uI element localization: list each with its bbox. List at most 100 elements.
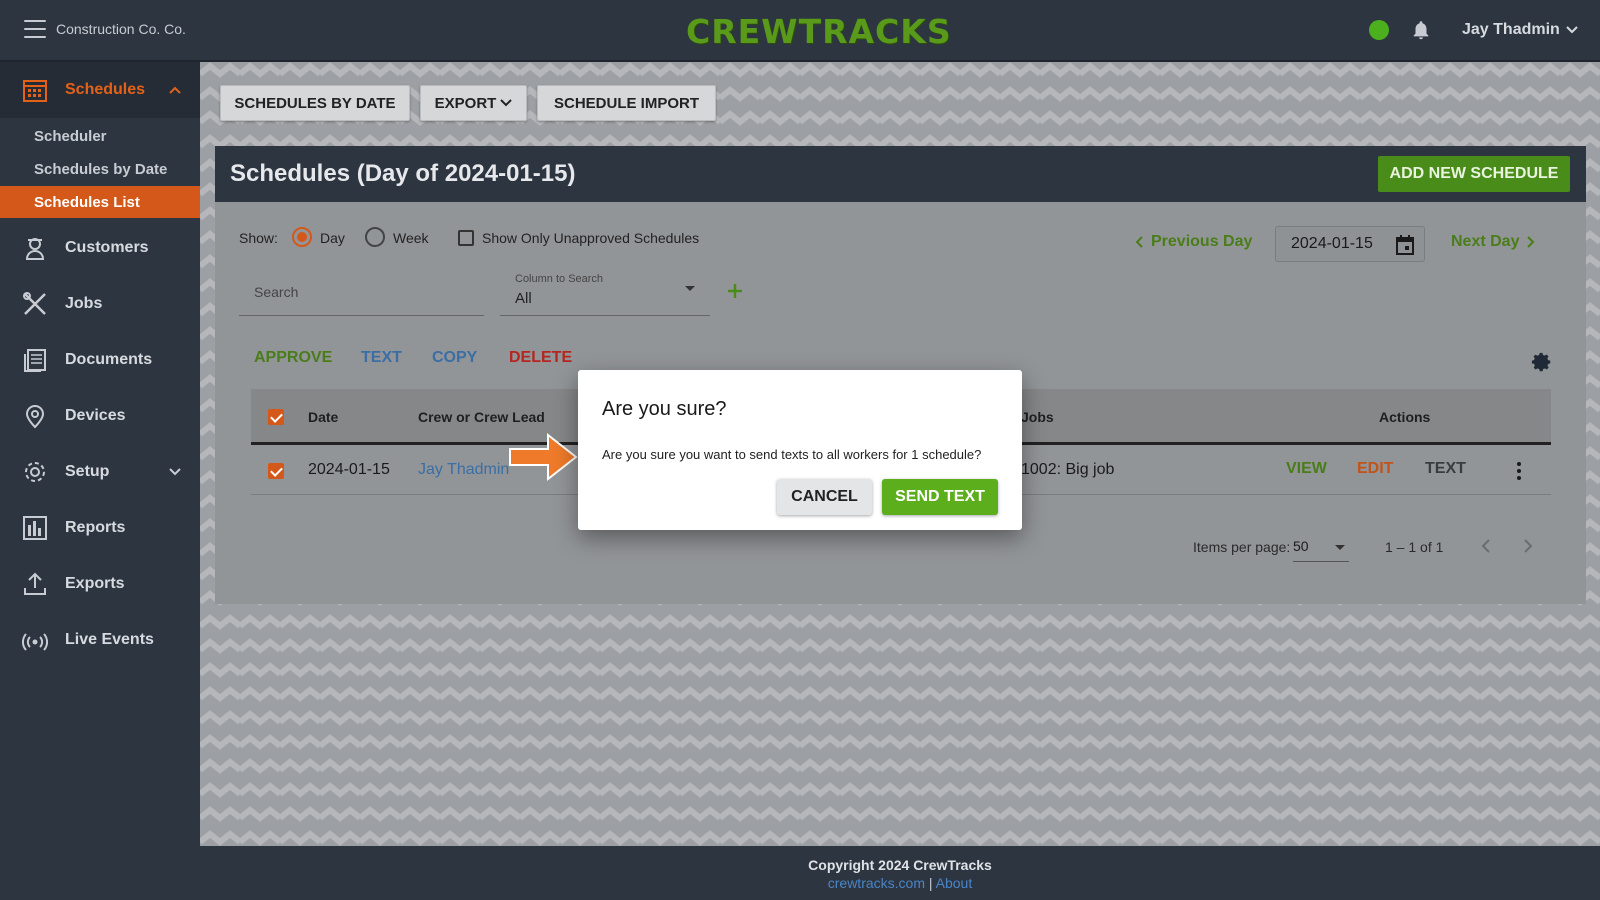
documents-icon xyxy=(24,349,46,372)
day-radio-label: Day xyxy=(320,230,345,246)
sidebar-item-documents[interactable]: Documents xyxy=(0,332,200,388)
sidebar-item-setup[interactable]: Setup xyxy=(0,444,200,500)
column-header-actions: Actions xyxy=(1379,409,1431,425)
chevron-down-icon xyxy=(169,468,181,476)
chevron-right-icon xyxy=(1527,236,1535,248)
sidebar-item-label: Setup xyxy=(65,463,110,480)
items-per-page-label: Items per page: xyxy=(1193,539,1291,555)
dialog-title: Are you sure? xyxy=(602,398,727,420)
date-input[interactable]: 2024-01-15 xyxy=(1275,226,1425,262)
menu-icon[interactable] xyxy=(24,20,46,38)
row-text-button[interactable]: TEXT xyxy=(1425,460,1466,478)
next-page-icon[interactable] xyxy=(1518,537,1536,555)
schedule-import-button[interactable]: SCHEDULE IMPORT xyxy=(537,85,716,121)
user-menu[interactable]: Jay Thadmin xyxy=(1462,21,1578,39)
sidebar-subitem-schedules-by-date[interactable]: Schedules by Date xyxy=(0,153,200,185)
approve-button[interactable]: APPROVE xyxy=(254,349,332,367)
arrow-icon xyxy=(509,432,578,482)
location-pin-icon xyxy=(25,405,45,429)
calendar-icon[interactable] xyxy=(1396,235,1414,255)
plus-icon[interactable] xyxy=(727,283,743,299)
user-name: Jay Thadmin xyxy=(1462,21,1560,38)
row-crew-link[interactable]: Jay Thadmin xyxy=(418,461,509,479)
row-date: 2024-01-15 xyxy=(308,461,390,478)
sidebar-item-label: Documents xyxy=(65,351,153,368)
unapproved-checkbox[interactable] xyxy=(458,230,474,246)
sidebar-item-exports[interactable]: Exports xyxy=(0,556,200,612)
sidebar-item-schedules[interactable]: Schedules xyxy=(0,62,200,118)
footer-separator: | xyxy=(928,875,933,891)
bar-chart-icon xyxy=(23,516,47,540)
chevron-down-icon xyxy=(500,99,513,107)
person-icon xyxy=(25,238,45,260)
sidebar-item-customers[interactable]: Customers xyxy=(0,220,200,276)
caret-down-icon xyxy=(1335,545,1345,550)
row-jobs: 1002: Big job xyxy=(1021,461,1115,478)
day-radio[interactable] xyxy=(292,227,312,247)
cancel-button[interactable]: CANCEL xyxy=(777,479,872,515)
dialog-message: Are you sure you want to send texts to a… xyxy=(602,447,982,462)
bell-icon[interactable] xyxy=(1410,18,1432,42)
column-header-crew[interactable]: Crew or Crew Lead xyxy=(418,409,545,425)
search-input[interactable]: Search xyxy=(239,274,484,316)
sidebar-item-label: Exports xyxy=(65,575,125,592)
view-button[interactable]: VIEW xyxy=(1286,460,1327,478)
select-all-checkbox[interactable] xyxy=(268,409,284,425)
sidebar-item-reports[interactable]: Reports xyxy=(0,500,200,556)
unapproved-label: Show Only Unapproved Schedules xyxy=(482,230,700,246)
gear-icon[interactable] xyxy=(1531,351,1553,373)
date-value: 2024-01-15 xyxy=(1291,235,1373,252)
sidebar-item-label: Live Events xyxy=(65,631,154,648)
copyright: Copyright 2024 CrewTracks xyxy=(808,857,992,873)
broadcast-icon xyxy=(22,633,48,651)
top-bar: Construction Co. Co. CREWTRACKS Jay Thad… xyxy=(0,0,1600,62)
footer-links: crewtracks.com | About xyxy=(200,875,1600,891)
sidebar-subitem-scheduler[interactable]: Scheduler xyxy=(0,120,200,152)
delete-button[interactable]: DELETE xyxy=(509,349,572,367)
chevron-left-icon xyxy=(1135,236,1143,248)
schedules-by-date-button[interactable]: SCHEDULES BY DATE xyxy=(220,85,410,121)
copy-button[interactable]: COPY xyxy=(432,349,477,367)
about-link[interactable]: About xyxy=(936,875,973,891)
sidebar-item-jobs[interactable]: Jobs xyxy=(0,276,200,332)
sidebar-item-live-events[interactable]: Live Events xyxy=(0,612,200,668)
items-per-page-value: 50 xyxy=(1293,538,1309,554)
previous-day-label: Previous Day xyxy=(1151,233,1253,250)
items-per-page-select[interactable]: 50 xyxy=(1293,532,1349,562)
previous-page-icon[interactable] xyxy=(1478,537,1496,555)
text-button[interactable]: TEXT xyxy=(361,349,402,367)
gear-icon xyxy=(25,462,45,482)
sidebar-item-label: Jobs xyxy=(65,295,103,312)
more-options-icon[interactable] xyxy=(1517,462,1521,480)
column-to-search-value: All xyxy=(515,290,532,307)
previous-day-button[interactable]: Previous Day xyxy=(1135,233,1252,251)
site-link[interactable]: crewtracks.com xyxy=(828,875,925,891)
column-header-jobs[interactable]: Jobs xyxy=(1021,409,1054,425)
card-header: Schedules (Day of 2024-01-15) ADD NEW SC… xyxy=(215,146,1586,202)
week-radio-label: Week xyxy=(393,230,429,246)
chevron-down-icon xyxy=(1566,26,1578,34)
export-button[interactable]: EXPORT xyxy=(420,85,527,121)
column-header-date[interactable]: Date xyxy=(308,409,338,425)
column-to-search-select[interactable]: Column to Search All xyxy=(500,268,710,316)
sidebar-item-label: Schedules xyxy=(65,81,146,98)
edit-button[interactable]: EDIT xyxy=(1357,460,1393,478)
show-label: Show: xyxy=(239,230,278,246)
sidebar-subitem-schedules-list[interactable]: Schedules List xyxy=(0,186,200,218)
row-checkbox[interactable] xyxy=(268,463,284,479)
sidebar-item-label: Devices xyxy=(65,407,126,424)
column-to-search-label: Column to Search xyxy=(515,273,604,285)
upload-icon xyxy=(24,572,46,595)
chevron-up-icon xyxy=(169,86,181,94)
sidebar-item-devices[interactable]: Devices xyxy=(0,388,200,444)
page-title: Schedules (Day of 2024-01-15) xyxy=(230,160,576,187)
status-indicator xyxy=(1369,20,1389,40)
company-name: Construction Co. Co. xyxy=(56,21,186,37)
week-radio[interactable] xyxy=(365,227,385,247)
next-day-label: Next Day xyxy=(1451,233,1520,250)
add-new-schedule-button[interactable]: ADD NEW SCHEDULE xyxy=(1378,156,1570,192)
sidebar: Schedules Scheduler Schedules by Date Sc… xyxy=(0,62,200,900)
send-text-button[interactable]: SEND TEXT xyxy=(882,479,998,515)
next-day-button[interactable]: Next Day xyxy=(1451,233,1535,251)
tools-icon xyxy=(23,292,46,315)
